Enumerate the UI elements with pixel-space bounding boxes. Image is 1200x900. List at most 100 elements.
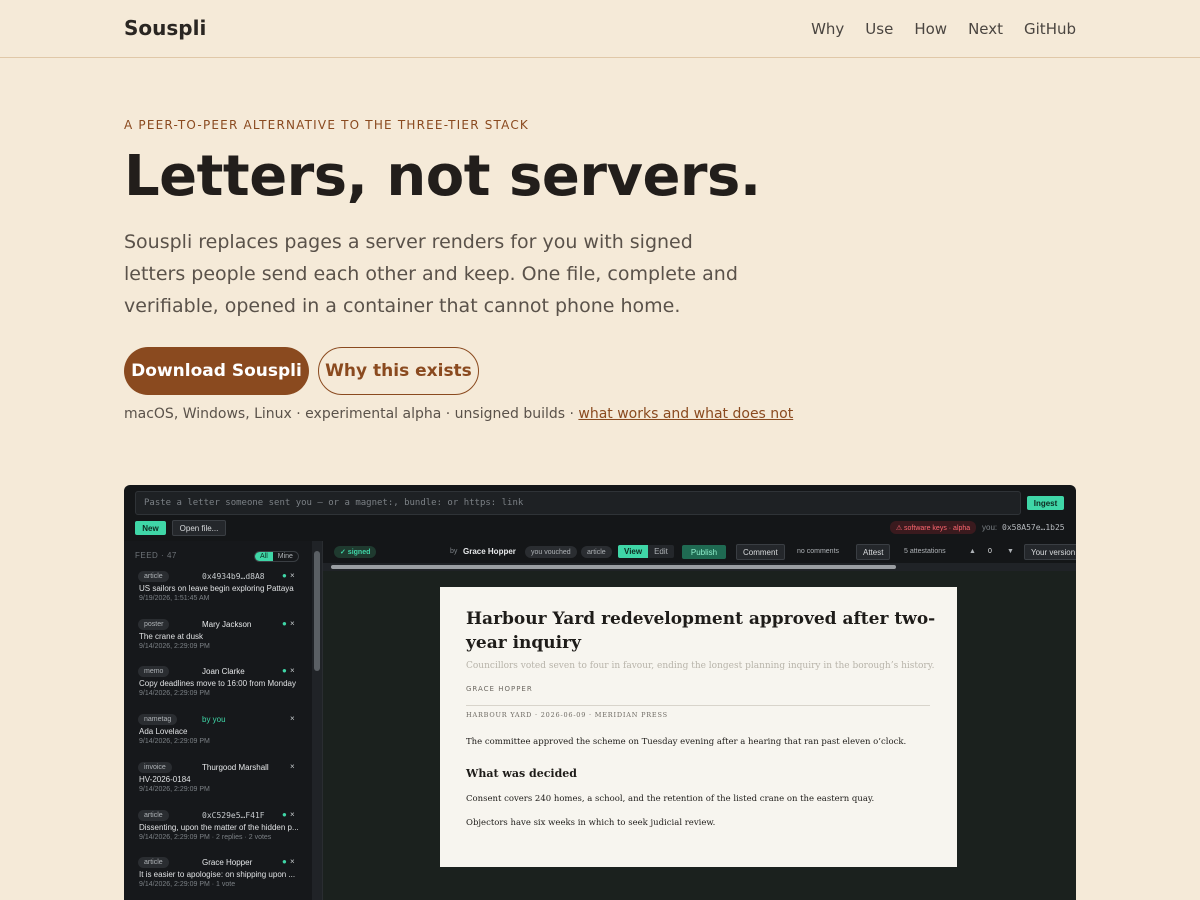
feed-item-type-badge: nametag	[138, 714, 178, 726]
status-dot-icon: ●	[282, 571, 287, 580]
feed-item-title: Dissenting, upon the matter of the hidde…	[139, 822, 299, 832]
feed-label: FEED · 47	[135, 551, 177, 560]
status-link[interactable]: what works and what does not	[578, 406, 793, 422]
downvote-icon[interactable]: ▼	[1007, 548, 1014, 555]
feed-item-author: 0xC529e5…F41F	[202, 810, 265, 820]
letter-section-heading: What was decided	[466, 767, 577, 780]
feed-item-title: It is easier to apologise: on shipping u…	[139, 870, 296, 880]
feed-item-date: 9/14/2026, 2:29:09 PM	[139, 690, 210, 698]
signed-badge: ✓ signed	[334, 546, 377, 558]
letter-paragraph: Consent covers 240 homes, a school, and …	[466, 794, 875, 804]
top-bar: Souspli Why Use How Next GitHub	[0, 0, 1200, 58]
feed-sidebar: FEED · 47 All Mine article 0x4934b9…d8A8 ●…	[124, 541, 323, 900]
remove-icon[interactable]: ×	[290, 810, 295, 819]
ingest-input[interactable]: Paste a letter someone sent you — or a m…	[135, 491, 1021, 515]
remove-icon[interactable]: ×	[290, 762, 295, 771]
publish-button[interactable]: Publish	[682, 545, 726, 559]
letter-toolbar: ✓ signed by Grace Hopper you vouched art…	[323, 541, 1076, 563]
filter-all[interactable]: All	[255, 552, 273, 561]
remove-icon[interactable]: ×	[290, 666, 295, 675]
feed-item-type-badge: article	[138, 571, 169, 582]
platforms-note: macOS, Windows, Linux · experimental alp…	[124, 406, 793, 422]
letter-author: GRACE HOPPER	[466, 685, 533, 693]
letter-paragraph: Objectors have six weeks in which to see…	[466, 818, 716, 828]
feed-item-date: 9/14/2026, 2:29:09 PM	[139, 785, 210, 793]
letter-paragraph: The committee approved the scheme on Tue…	[466, 737, 907, 747]
nav-why[interactable]: Why	[811, 20, 844, 38]
feed-item-date: 9/14/2026, 2:29:09 PM · 1 vote	[139, 881, 236, 889]
open-file-button[interactable]: Open file...	[172, 520, 226, 536]
main-nav: Why Use How Next GitHub	[811, 20, 1076, 38]
remove-icon[interactable]: ×	[290, 619, 295, 628]
download-button[interactable]: Download Souspli	[124, 347, 309, 395]
you-address: 0x58A57e…1b25	[1002, 523, 1065, 532]
feed-item-date: 9/19/2026, 1:51:45 AM	[139, 595, 210, 602]
feed-item-title: Copy deadlines move to 16:00 from Monday	[139, 679, 296, 689]
status-dot-icon: ●	[282, 857, 287, 867]
by-label: by	[450, 548, 458, 555]
nav-how[interactable]: How	[914, 20, 947, 38]
feed-item-type-badge: poster	[138, 618, 170, 630]
letter-document: Harbour Yard redevelopment approved afte…	[440, 587, 957, 867]
letter-divider	[466, 705, 930, 706]
ingest-button[interactable]: Ingest	[1027, 496, 1064, 510]
view-tab[interactable]: View	[618, 545, 649, 558]
filter-mine[interactable]: Mine	[273, 552, 298, 561]
feed-item-title: Ada Lovelace	[139, 727, 188, 737]
letter-meta: HARBOUR YARD · 2026-06-09 · MERIDIAN PRE…	[466, 711, 668, 719]
remove-icon[interactable]: ×	[290, 571, 295, 580]
status-dot-icon: ●	[282, 618, 287, 628]
feed-item-type-badge: invoice	[138, 761, 172, 773]
feed-item-title: HV-2026-0184	[139, 774, 191, 784]
feed-item-author: Joan Clarke	[202, 667, 245, 677]
attest-button[interactable]: Attest	[856, 544, 891, 560]
feed-item-title: US sailors on leave begin exploring Patt…	[139, 584, 294, 593]
letter-pane: ✓ signed by Grace Hopper you vouched art…	[323, 541, 1076, 900]
feed-item-date: 9/14/2026, 2:29:09 PM	[139, 738, 210, 746]
feed-item-date: 9/14/2026, 2:29:09 PM	[139, 642, 210, 650]
feed-item-author: Mary Jackson	[202, 619, 252, 629]
hero-eyebrow: A PEER-TO-PEER ALTERNATIVE TO THE THREE-…	[124, 118, 530, 132]
app-screenshot: Paste a letter someone sent you — or a m…	[124, 485, 1076, 900]
remove-icon[interactable]: ×	[290, 714, 295, 723]
feed-item-type-badge: memo	[138, 666, 170, 678]
feed-item-author: by you	[202, 715, 226, 725]
nav-github[interactable]: GitHub	[1024, 20, 1076, 38]
comment-button[interactable]: Comment	[736, 544, 785, 560]
upvote-icon[interactable]: ▲	[969, 548, 976, 555]
feed-item-type-badge: article	[138, 809, 169, 821]
view-edit-toggle: View Edit	[618, 545, 674, 558]
horizontal-scroll-thumb[interactable]	[331, 565, 896, 569]
feed-item-author: Grace Hopper	[202, 858, 253, 868]
nav-use[interactable]: Use	[865, 20, 893, 38]
vote-count: 0	[988, 548, 992, 555]
feed-item-title: The crane at dusk	[139, 631, 204, 641]
feed-item-author: Thurgood Marshall	[202, 762, 269, 772]
remove-icon[interactable]: ×	[290, 857, 295, 866]
vouched-badge: you vouched	[525, 546, 577, 558]
software-keys-badge: ⚠ software keys · alpha	[890, 521, 976, 534]
letter-subtitle: Councillors voted seven to four in favou…	[466, 661, 935, 671]
sidebar-scroll-thumb[interactable]	[314, 551, 320, 671]
status-dot-icon: ●	[282, 666, 287, 676]
letter-title: Harbour Yard redevelopment approved afte…	[466, 609, 936, 653]
feed-item-type-badge: article	[138, 857, 169, 869]
brand-logo[interactable]: Souspli	[124, 16, 206, 40]
feed-filter: All Mine	[254, 551, 299, 562]
hero-lede: Souspli replaces pages a server renders …	[124, 231, 738, 317]
new-button[interactable]: New	[135, 521, 166, 535]
author-name[interactable]: Grace Hopper	[463, 547, 516, 556]
sidebar-scrollbar[interactable]	[312, 541, 322, 900]
horizontal-scrollbar[interactable]	[323, 563, 1076, 571]
attestation-count: 5 attestations	[904, 548, 946, 555]
feed-item-author: 0x4934b9…d8A8	[202, 572, 265, 581]
hero-headline: Letters, not servers.	[124, 144, 761, 209]
status-dot-icon: ●	[282, 809, 287, 819]
version-select[interactable]: Your version	[1024, 544, 1076, 560]
why-button[interactable]: Why this exists	[318, 347, 479, 395]
edit-tab[interactable]: Edit	[648, 545, 674, 558]
platforms-text: macOS, Windows, Linux · experimental alp…	[124, 406, 579, 422]
nav-next[interactable]: Next	[968, 20, 1003, 38]
kind-badge: article	[581, 546, 612, 558]
comment-count: no comments	[797, 548, 840, 555]
